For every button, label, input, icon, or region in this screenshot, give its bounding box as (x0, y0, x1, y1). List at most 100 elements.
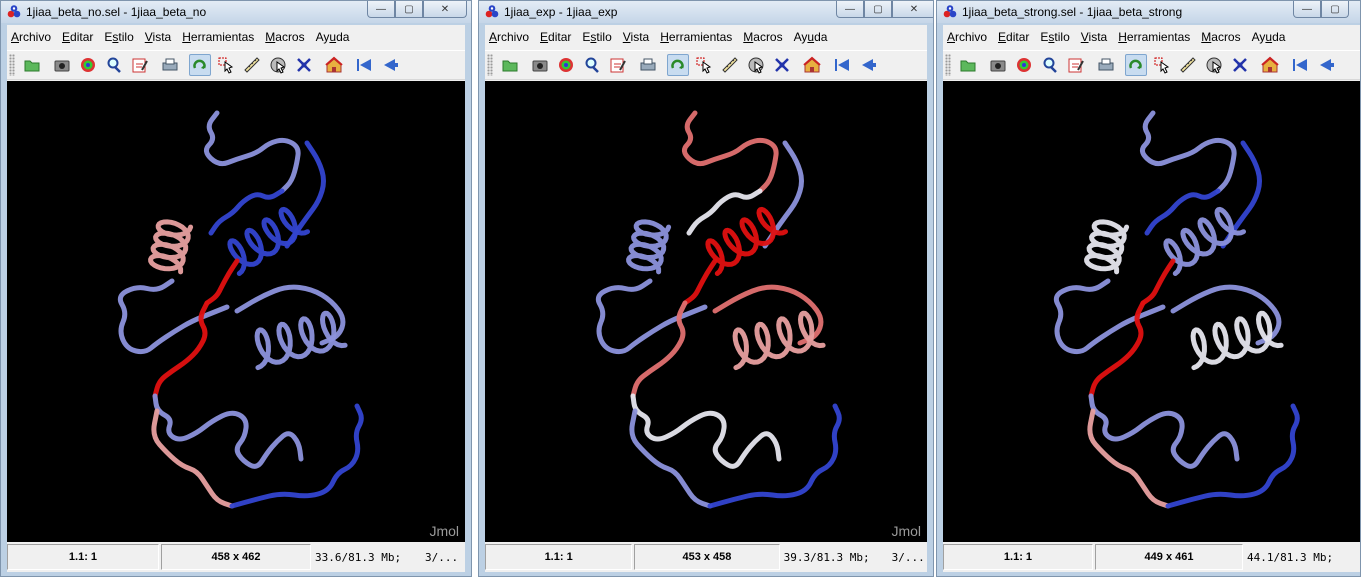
pick-button[interactable] (215, 54, 237, 76)
backbone-segment (204, 258, 240, 306)
molecule-viewer[interactable] (943, 81, 1360, 542)
jmol-app-icon (484, 4, 500, 20)
menu-item[interactable]: Herramientas (660, 30, 732, 44)
center-button[interactable] (771, 54, 793, 76)
backbone-segment (1165, 403, 1300, 509)
backbone-segment (254, 310, 348, 371)
backbone-segment (1139, 110, 1237, 194)
backbone-segment (630, 393, 782, 469)
menu-item[interactable]: Herramientas (1118, 30, 1190, 44)
magnifier-button[interactable] (1039, 54, 1061, 76)
pov-ray-icon (559, 58, 573, 72)
center-button[interactable] (1229, 54, 1251, 76)
camera-button[interactable] (51, 54, 73, 76)
ruler-button[interactable] (719, 54, 741, 76)
menu-item[interactable]: Estilo (104, 30, 133, 44)
previous-frame-button[interactable] (1315, 54, 1337, 76)
print-button[interactable] (637, 54, 659, 76)
open-folder-button[interactable] (957, 54, 979, 76)
center-button[interactable] (293, 54, 315, 76)
minimize-button[interactable]: — (367, 1, 395, 18)
menu-item-mnemonic: H (182, 30, 191, 44)
menu-item[interactable]: Estilo (1040, 30, 1069, 44)
home-button[interactable] (323, 54, 345, 76)
window-controls: — ▢ ✕ (367, 1, 467, 18)
pick-button[interactable] (693, 54, 715, 76)
menu-item[interactable]: Estilo (582, 30, 611, 44)
first-frame-icon (357, 59, 371, 71)
menu-item[interactable]: Ayuda (794, 30, 828, 44)
pov-ray-button[interactable] (1013, 54, 1035, 76)
edit-script-button[interactable] (1065, 54, 1087, 76)
first-frame-button[interactable] (353, 54, 375, 76)
print-icon (162, 58, 178, 71)
close-button[interactable]: ✕ (423, 1, 467, 18)
open-folder-button[interactable] (499, 54, 521, 76)
menu-item[interactable]: Macros (265, 30, 304, 44)
menu-item[interactable]: Editar (540, 30, 571, 44)
magnifier-button[interactable] (581, 54, 603, 76)
menu-item[interactable]: Editar (62, 30, 93, 44)
backbone-segment (732, 310, 826, 371)
menu-item[interactable]: Archivo (11, 30, 51, 44)
molecule-viewer[interactable]: Jmol (7, 81, 465, 542)
menu-item[interactable]: Archivo (489, 30, 529, 44)
first-frame-button[interactable] (831, 54, 853, 76)
close-button[interactable]: ✕ (892, 1, 933, 18)
backbone-segment (1088, 300, 1146, 399)
ruler-button[interactable] (1177, 54, 1199, 76)
edit-script-button[interactable] (607, 54, 629, 76)
magnifier-button[interactable] (103, 54, 125, 76)
open-folder-button[interactable] (21, 54, 43, 76)
menu-item[interactable]: Ayuda (316, 30, 350, 44)
previous-frame-icon (384, 59, 398, 71)
menu-item[interactable]: Vista (1081, 30, 1107, 44)
pov-ray-button[interactable] (555, 54, 577, 76)
first-frame-icon (1293, 59, 1307, 71)
menu-item[interactable]: Archivo (947, 30, 987, 44)
window-title: 1jiaa_beta_no.sel - 1jiaa_beta_no (26, 5, 207, 19)
pick-icon (218, 57, 234, 74)
rotate-button[interactable] (1125, 54, 1147, 76)
menu-item[interactable]: Vista (623, 30, 649, 44)
home-icon (325, 56, 343, 73)
camera-button[interactable] (529, 54, 551, 76)
rotate-button[interactable] (667, 54, 689, 76)
spin-button[interactable] (745, 54, 767, 76)
menu-item[interactable]: Vista (145, 30, 171, 44)
home-button[interactable] (1259, 54, 1281, 76)
menu-item[interactable]: Macros (1201, 30, 1240, 44)
print-button[interactable] (1095, 54, 1117, 76)
ruler-button[interactable] (241, 54, 263, 76)
minimize-button[interactable]: — (1293, 1, 1321, 18)
camera-icon (532, 60, 548, 72)
maximize-button[interactable]: ▢ (864, 1, 892, 18)
backbone-segment (1053, 278, 1166, 355)
toolbar-grip[interactable] (945, 54, 951, 76)
pov-ray-button[interactable] (77, 54, 99, 76)
menu-item[interactable]: Ayuda (1252, 30, 1286, 44)
previous-frame-button[interactable] (857, 54, 879, 76)
spin-button[interactable] (267, 54, 289, 76)
minimize-button[interactable]: — (836, 1, 864, 18)
menu-item[interactable]: Macros (743, 30, 782, 44)
toolbar-grip[interactable] (487, 54, 493, 76)
camera-icon (990, 60, 1006, 72)
previous-frame-button[interactable] (379, 54, 401, 76)
maximize-button[interactable]: ▢ (395, 1, 423, 18)
molecule-viewer[interactable]: Jmol (485, 81, 927, 542)
menu-item[interactable]: Editar (998, 30, 1029, 44)
edit-script-button[interactable] (129, 54, 151, 76)
spin-button[interactable] (1203, 54, 1225, 76)
backbone-segment (1163, 206, 1246, 276)
home-button[interactable] (801, 54, 823, 76)
print-button[interactable] (159, 54, 181, 76)
pick-button[interactable] (1151, 54, 1173, 76)
toolbar-grip[interactable] (9, 54, 15, 76)
rotate-button[interactable] (189, 54, 211, 76)
first-frame-button[interactable] (1289, 54, 1311, 76)
maximize-button[interactable]: ▢ (1321, 1, 1349, 18)
protein-cartoon (117, 110, 364, 509)
menu-item[interactable]: Herramientas (182, 30, 254, 44)
camera-button[interactable] (987, 54, 1009, 76)
